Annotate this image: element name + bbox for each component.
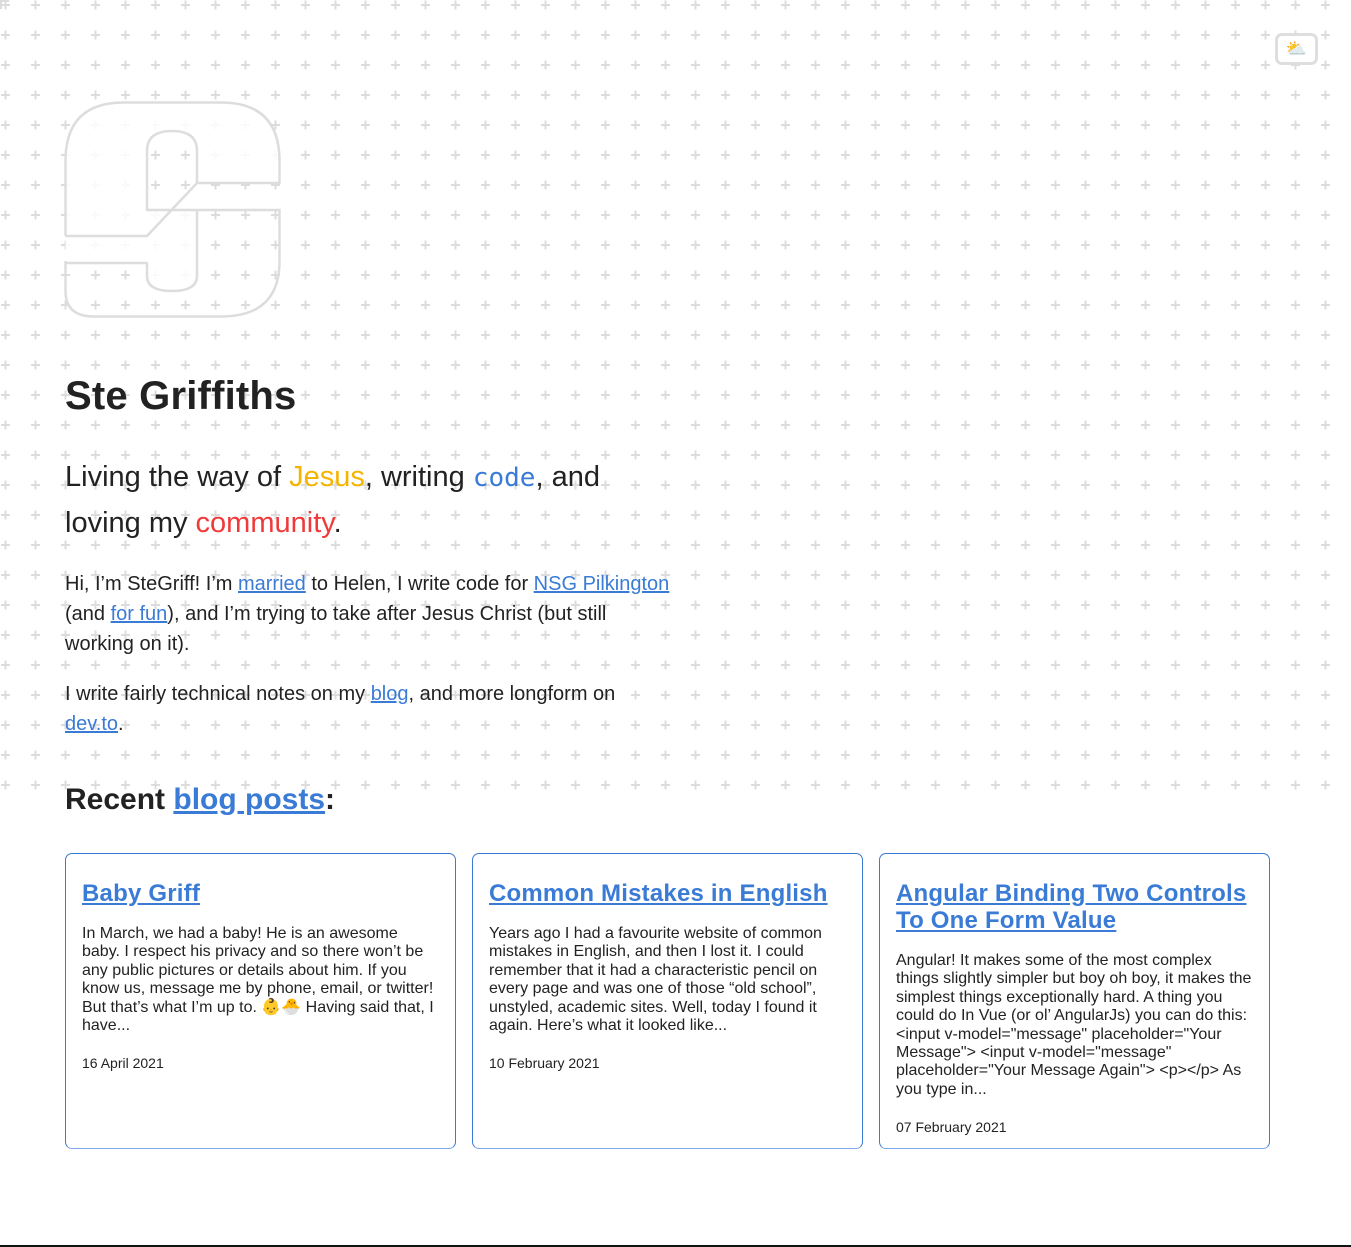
- tagline-text: Living the way of: [65, 461, 290, 493]
- post-cards: Baby Griff In March, we had a baby! He i…: [65, 853, 1270, 1149]
- intro-text: I write fairly technical notes on my: [65, 683, 371, 705]
- site-title: Ste Griffiths: [65, 374, 297, 418]
- site-logo: [64, 101, 281, 318]
- post-title-link[interactable]: Baby Griff: [82, 880, 200, 907]
- employer-link[interactable]: NSG Pilkington: [534, 573, 670, 595]
- post-title-link[interactable]: Angular Binding Two Controls To One Form…: [896, 880, 1246, 934]
- intro-text: .: [118, 713, 124, 735]
- post-title-link[interactable]: Common Mistakes in English: [489, 880, 828, 907]
- intro-text: , and more longform on: [408, 683, 616, 705]
- post-date: 16 April 2021: [82, 1055, 164, 1072]
- intro-text: Hi, I’m SteGriff! I’m: [65, 573, 238, 595]
- theme-toggle-button[interactable]: ⛅: [1275, 33, 1318, 65]
- tagline-jesus: Jesus: [289, 461, 365, 493]
- married-link[interactable]: married: [238, 573, 306, 595]
- recent-posts-heading: Recent blog posts:: [65, 783, 335, 817]
- heading-text: Recent: [65, 783, 174, 816]
- writing-paragraph: I write fairly technical notes on my blo…: [65, 679, 675, 739]
- post-excerpt: Angular! It makes some of the most compl…: [896, 952, 1252, 1098]
- tagline-text: , writing: [364, 461, 473, 493]
- intro-paragraph: Hi, I’m SteGriff! I’m married to Helen, …: [65, 569, 675, 659]
- intro-text: to Helen, I write code for: [305, 573, 534, 595]
- blog-link[interactable]: blog: [371, 683, 409, 705]
- tagline-community: community: [195, 507, 334, 539]
- sg-monogram-logo-icon: [64, 101, 281, 318]
- post-date: 07 February 2021: [896, 1119, 1007, 1136]
- devto-link[interactable]: dev.to: [65, 713, 118, 735]
- post-title: Angular Binding Two Controls To One Form…: [896, 880, 1253, 934]
- tagline-text: .: [333, 507, 342, 539]
- post-title: Common Mistakes in English: [489, 880, 846, 907]
- tagline-code: code: [472, 463, 536, 493]
- intro-text: (and: [65, 603, 111, 625]
- post-card: Baby Griff In March, we had a baby! He i…: [65, 853, 456, 1149]
- post-card: Angular Binding Two Controls To One Form…: [879, 853, 1270, 1149]
- sun-behind-cloud-icon: ⛅: [1285, 38, 1308, 59]
- post-date: 10 February 2021: [489, 1055, 600, 1072]
- post-excerpt: In March, we had a baby! He is an awesom…: [82, 925, 434, 1035]
- post-card: Common Mistakes in English Years ago I h…: [472, 853, 863, 1149]
- post-excerpt: Years ago I had a favourite website of c…: [489, 925, 822, 1035]
- post-title: Baby Griff: [82, 880, 439, 907]
- for-fun-link[interactable]: for fun: [111, 603, 168, 625]
- heading-text: :: [325, 783, 336, 816]
- tagline: Living the way of Jesus, writing code, a…: [65, 455, 665, 546]
- blog-posts-link[interactable]: blog posts: [173, 783, 325, 816]
